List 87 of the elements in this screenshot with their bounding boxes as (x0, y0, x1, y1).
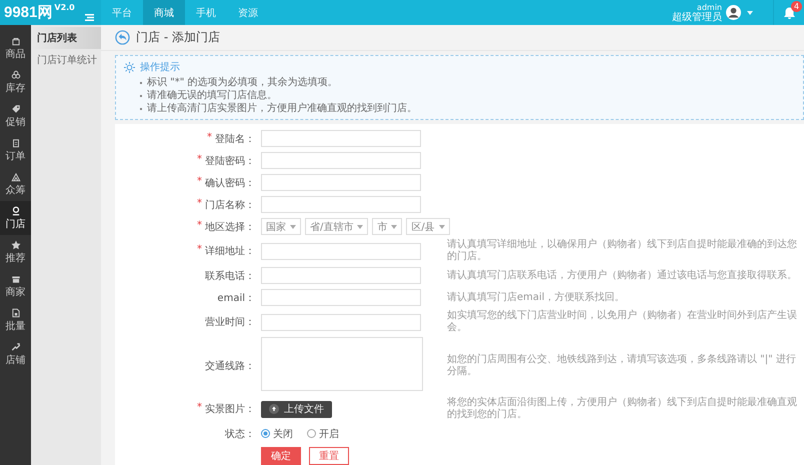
user-name: admin (696, 2, 722, 12)
region-dropdown[interactable]: 市 (372, 218, 402, 235)
sidebar-item[interactable]: 商品 (0, 31, 31, 65)
confirm-button[interactable]: 确定 (261, 447, 301, 465)
region-dropdown[interactable]: 国家 (261, 218, 301, 235)
tip-text: 请准确无误的填写门店信息。 (147, 89, 277, 102)
version-label: V2.0 (54, 3, 75, 12)
region-dropdown[interactable]: 省/直辖市 (305, 218, 368, 235)
caret-icon (290, 224, 296, 228)
field-label: email： (217, 292, 255, 304)
field-label: 门店名称： (205, 198, 255, 212)
text-field[interactable] (261, 267, 421, 284)
field-hint: 如实填写您的线下门店营业时间，以免用户（购物者）在营业时间外到店产生误会。 (447, 310, 798, 334)
menu-icon[interactable] (84, 14, 94, 21)
sidebar-item[interactable]: 库存 (0, 65, 31, 99)
field-label: 状态： (225, 428, 255, 440)
text-field[interactable] (261, 289, 421, 306)
region-dropdown[interactable]: 区/县 (406, 218, 450, 235)
field-hint: 如您的门店周围有公交、地铁线路到达，请填写该选项，多条线路请以 "|" 进行分隔。 (447, 354, 797, 378)
sidebar-item[interactable]: 众筹 (0, 167, 31, 201)
sidebar-item[interactable]: 商家 (0, 269, 31, 303)
field-hint: 请认真填写门店联系电话，方便用户（购物者）通过该电话与您直接取得联系。 (447, 270, 798, 282)
back-icon[interactable] (115, 30, 130, 45)
sidebar-item[interactable]: 促销 (0, 99, 31, 133)
text-field[interactable] (261, 174, 421, 191)
required-mark: * (207, 132, 212, 144)
sidebar-item[interactable]: 推荐 (0, 235, 31, 269)
required-mark: * (197, 176, 202, 188)
sidebar-item[interactable]: 订单 (0, 133, 31, 167)
field-hint: 请认真填写门店email，方便联系找回。 (447, 292, 626, 304)
required-mark: * (197, 402, 202, 415)
text-area[interactable] (261, 337, 423, 391)
sidebar-icon (10, 240, 20, 250)
sidebar-item[interactable]: 店铺 (0, 337, 31, 371)
caret-icon (438, 224, 445, 228)
sidebar-icon (10, 342, 20, 352)
page-title: 门店 - 添加门店 (136, 29, 220, 46)
field-label: 详细地址： (205, 244, 255, 258)
tip-text: 标识 "*" 的选项为必填项，其余为选填项。 (147, 76, 338, 89)
sidebar-icon (10, 206, 20, 216)
upload-button[interactable]: 上传文件 (261, 400, 332, 418)
tips-title: 操作提示 (140, 61, 180, 74)
radio-option[interactable]: 关闭 (261, 426, 293, 440)
radio-option[interactable]: 开启 (307, 426, 339, 440)
logo-text: 9981网 (4, 3, 52, 22)
tip-text: 请上传高清门店实景图片，方便用户准确直观的找到到门店。 (147, 102, 417, 115)
field-label: 确认密码： (205, 176, 255, 190)
text-field[interactable] (261, 152, 421, 169)
upload-icon (269, 404, 279, 414)
sidebar-icon (10, 104, 20, 114)
user-role: 超级管理员 (672, 12, 722, 22)
sidebar-icon (10, 138, 20, 148)
submenu-item[interactable]: 门店订单统计 (31, 49, 101, 71)
required-mark: * (197, 198, 202, 210)
sidebar-item[interactable]: 门店 (0, 201, 31, 235)
caret-icon (747, 11, 753, 15)
field-label: 交通线路： (205, 360, 255, 372)
text-field[interactable] (261, 314, 421, 330)
required-mark: * (197, 220, 202, 232)
field-label: 联系电话： (205, 270, 255, 282)
reset-button[interactable]: 重置 (309, 447, 349, 465)
bell-icon[interactable] (784, 6, 794, 18)
avatar[interactable] (726, 5, 741, 20)
notification-badge: 4 (791, 1, 802, 12)
sidebar-icon (10, 308, 20, 318)
sidebar-icon (10, 70, 20, 80)
field-label: 地区选择： (205, 220, 255, 234)
text-field[interactable] (261, 130, 421, 147)
field-label: 实景图片： (205, 402, 255, 416)
sidebar-item[interactable]: 批量 (0, 303, 31, 337)
text-field[interactable] (261, 196, 421, 213)
text-field[interactable] (261, 242, 421, 260)
sidebar-icon (10, 36, 20, 46)
required-mark: * (197, 244, 202, 257)
field-label: 登陆密码： (205, 154, 255, 168)
required-mark: * (197, 154, 202, 166)
field-hint: 请认真填写详细地址，以确保用户（购物者）线下到店自提时能最准确的到达您的门店。 (447, 239, 798, 263)
caret-icon (357, 224, 364, 228)
sidebar-icon (10, 274, 20, 284)
caret-icon (391, 224, 398, 228)
radio-button[interactable] (261, 429, 270, 438)
field-hint: 将您的实体店面沿街图上传，方便用户（购物者）线下到店自提时能最准确直观的找到您的门店。 (447, 397, 798, 421)
field-label: 登陆名： (215, 132, 255, 146)
field-label: 营业时间： (205, 316, 255, 329)
sidebar-icon (10, 172, 20, 182)
radio-button[interactable] (307, 429, 316, 438)
lightbulb-icon (124, 62, 135, 72)
